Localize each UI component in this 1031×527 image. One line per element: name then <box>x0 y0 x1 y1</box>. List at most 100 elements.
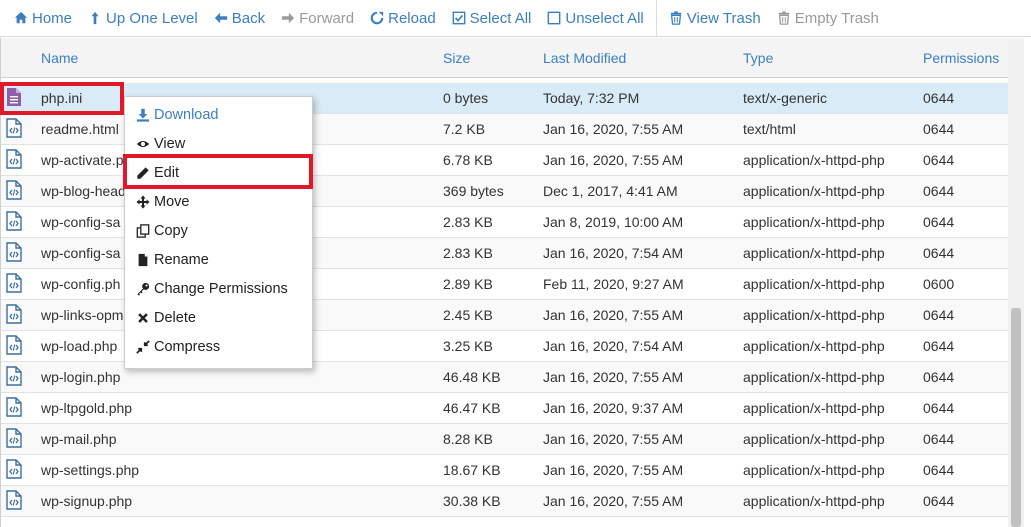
last-modified-cell: Jan 16, 2020, 7:54 AM <box>543 338 684 354</box>
permissions-cell: 0644 <box>923 90 955 106</box>
back-label: Back <box>231 9 266 27</box>
menu-item-download[interactable]: Download <box>125 100 312 129</box>
file-type-cell: application/x-httpd-php <box>743 183 885 199</box>
menu-item-compress[interactable]: Compress <box>125 332 312 361</box>
file-name-cell: wp-config-sa <box>41 214 121 230</box>
file-name-cell: php.ini <box>41 90 83 106</box>
code-file-icon <box>6 335 22 355</box>
file-type-cell: application/x-httpd-php <box>743 276 885 292</box>
last-modified-cell: Jan 16, 2020, 7:55 AM <box>543 152 684 168</box>
permissions-cell: 0644 <box>923 338 955 354</box>
file-type-cell: application/x-httpd-php <box>743 152 885 168</box>
file-name-cell: wp-ltpgold.php <box>41 400 133 416</box>
table-row[interactable]: wp-signup.php 30.38 KB Jan 16, 2020, 7:55 … <box>1 486 1024 517</box>
menu-item-label: Download <box>154 106 219 123</box>
code-file-icon <box>6 211 22 231</box>
file-name-cell: wp-blog-head <box>41 183 126 199</box>
file-size-cell: 2.45 KB <box>443 307 493 323</box>
file-size-cell: 7.2 KB <box>443 121 486 137</box>
toolbar: Home Up One Level Back Forward Reload Se… <box>0 0 1031 37</box>
file-size-cell: 369 bytes <box>443 183 504 199</box>
file-type-cell: application/x-httpd-php <box>743 338 885 354</box>
reload-icon <box>370 11 384 25</box>
permissions-cell: 0644 <box>923 400 955 416</box>
back-button[interactable]: Back <box>206 0 273 36</box>
file-size-cell: 3.25 KB <box>443 338 493 354</box>
pencil-icon <box>137 166 149 179</box>
file-name-cell: wp-links-opm <box>41 307 124 323</box>
code-file-icon <box>6 242 22 262</box>
view-trash-button[interactable]: View Trash <box>661 0 769 36</box>
file-type-cell: application/x-httpd-php <box>743 307 885 323</box>
file-type-cell: text/x-generic <box>743 90 828 106</box>
column-header-last-modified[interactable]: Last Modified <box>543 50 626 66</box>
forward-label: Forward <box>299 9 355 27</box>
file-type-cell: application/x-httpd-php <box>743 431 885 447</box>
file-list-header: Name Size Last Modified Type Permissions <box>1 38 1024 78</box>
file-size-cell: 2.89 KB <box>443 276 493 292</box>
last-modified-cell: Feb 11, 2020, 9:27 AM <box>543 276 684 292</box>
menu-item-label: Rename <box>154 251 209 268</box>
menu-item-copy[interactable]: Copy <box>125 216 312 245</box>
file-name-cell: wp-activate.p <box>41 152 124 168</box>
menu-item-change-permissions[interactable]: Change Permissions <box>125 274 312 303</box>
code-file-icon <box>6 180 22 200</box>
home-button[interactable]: Home <box>6 0 80 36</box>
last-modified-cell: Jan 8, 2019, 10:00 AM <box>543 214 684 230</box>
unselect-all-button[interactable]: Unselect All <box>539 0 651 36</box>
permissions-cell: 0644 <box>923 214 955 230</box>
code-file-icon <box>6 397 22 417</box>
menu-item-label: View <box>154 135 186 152</box>
last-modified-cell: Today, 7:32 PM <box>543 90 640 106</box>
menu-item-edit[interactable]: Edit <box>125 158 312 187</box>
copy-icon <box>136 223 150 238</box>
forward-button[interactable]: Forward <box>273 0 362 36</box>
menu-item-move[interactable]: Move <box>125 187 312 216</box>
menu-item-label: Move <box>154 193 190 210</box>
file-name-cell: wp-login.php <box>41 369 121 385</box>
menu-item-label: Copy <box>154 222 188 239</box>
key-icon <box>137 282 150 296</box>
arrow-left-icon <box>214 12 227 24</box>
permissions-cell: 0644 <box>923 431 955 447</box>
file-name-cell: wp-config-sa <box>41 245 121 261</box>
permissions-cell: 0644 <box>923 152 955 168</box>
home-icon <box>14 11 28 24</box>
scrollbar-thumb[interactable] <box>1011 308 1021 527</box>
reload-button[interactable]: Reload <box>362 0 444 36</box>
last-modified-cell: Dec 1, 2017, 4:41 AM <box>543 183 678 199</box>
empty-trash-label: Empty Trash <box>794 9 879 27</box>
menu-item-delete[interactable]: Delete <box>125 303 312 332</box>
code-file-icon <box>6 273 22 293</box>
column-header-name[interactable]: Name <box>41 50 78 66</box>
toolbar-divider <box>655 0 657 36</box>
table-row[interactable]: wp-ltpgold.php 46.47 KB Jan 16, 2020, 9:37… <box>1 393 1024 424</box>
menu-item-rename[interactable]: Rename <box>125 245 312 274</box>
column-header-permissions[interactable]: Permissions <box>923 50 999 66</box>
file-size-cell: 6.78 KB <box>443 152 493 168</box>
table-row[interactable]: wp-settings.php 18.67 KB Jan 16, 2020, 7:5… <box>1 455 1024 486</box>
up-one-level-button[interactable]: Up One Level <box>80 0 206 36</box>
vertical-scrollbar[interactable] <box>1008 40 1024 527</box>
code-file-icon <box>6 304 22 324</box>
compress-icon <box>136 339 150 354</box>
column-header-type[interactable]: Type <box>743 50 773 66</box>
file-name-cell: wp-mail.php <box>41 431 117 447</box>
trash-icon <box>670 11 681 25</box>
file-name-cell: wp-signup.php <box>41 493 133 509</box>
code-file-icon <box>6 149 22 169</box>
trash-icon <box>778 11 789 25</box>
file-name-cell: wp-config.ph <box>41 276 121 292</box>
menu-item-view[interactable]: View <box>125 129 312 158</box>
permissions-cell: 0644 <box>923 493 955 509</box>
select-all-button[interactable]: Select All <box>444 0 540 36</box>
code-file-icon <box>6 459 22 479</box>
file-size-cell: 2.83 KB <box>443 214 493 230</box>
menu-item-label: Edit <box>154 164 179 181</box>
table-row[interactable]: wp-mail.php 8.28 KB Jan 16, 2020, 7:55 AM a… <box>1 424 1024 455</box>
column-header-size[interactable]: Size <box>443 50 470 66</box>
code-file-icon <box>6 366 22 386</box>
empty-trash-button[interactable]: Empty Trash <box>769 0 887 36</box>
menu-item-label: Delete <box>154 309 196 326</box>
level-up-icon <box>91 11 99 25</box>
